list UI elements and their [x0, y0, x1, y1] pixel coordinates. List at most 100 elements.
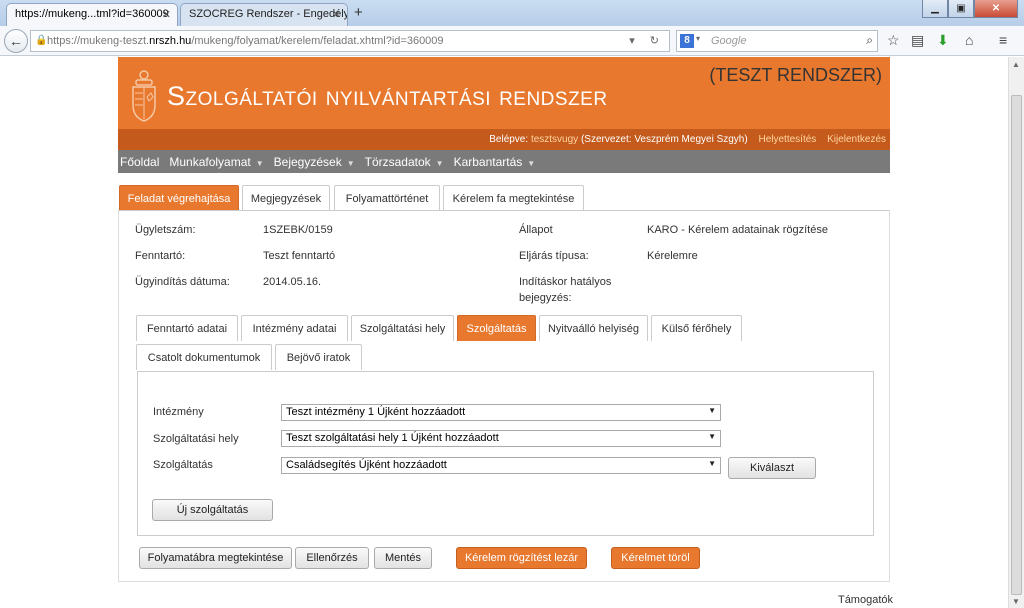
- bookmark-star-icon[interactable]: ☆: [887, 32, 900, 49]
- service-site-select[interactable]: Teszt szolgáltatási hely 1 Újként hozzáa…: [281, 430, 721, 447]
- search-icon[interactable]: ⌕: [866, 33, 873, 48]
- service-site-label: Szolgáltatási hely: [153, 433, 239, 445]
- view-flowchart-button[interactable]: Folyamatábra megtekintése: [139, 547, 292, 569]
- browser-tab-active[interactable]: https://mukeng...tml?id=360009 ✕: [6, 3, 178, 26]
- case-number-label: Ügyletszám:: [135, 224, 196, 236]
- effective-entry-label: Indításkor hatályos: [519, 276, 612, 288]
- subtab-open-premises[interactable]: Nyitvaálló helyiség: [539, 315, 648, 341]
- supporters-link[interactable]: Támogatók: [838, 594, 893, 606]
- test-system-label: (TESZT RENDSZER): [709, 65, 882, 85]
- close-request-button[interactable]: Kérelem rögzítést lezár: [456, 547, 587, 569]
- caret-down-icon: ▼: [255, 158, 264, 168]
- validate-button[interactable]: Ellenőrzés: [295, 547, 369, 569]
- close-tab-icon[interactable]: ✕: [162, 8, 171, 21]
- new-service-button[interactable]: Új szolgáltatás: [152, 499, 273, 521]
- vertical-scrollbar[interactable]: ▲ ▼: [1008, 57, 1024, 608]
- caret-down-icon: ▼: [346, 158, 355, 168]
- close-window-icon[interactable]: ✕: [974, 0, 1018, 18]
- tab-process-history[interactable]: Folyamattörténet: [334, 185, 440, 211]
- reading-list-icon[interactable]: ▤: [911, 32, 924, 49]
- start-date-label: Ügyindítás dátuma:: [135, 276, 230, 288]
- procedure-type-label: Eljárás típusa:: [519, 250, 589, 262]
- menu-master-data[interactable]: Törzsadatok ▼: [365, 155, 444, 169]
- subtab-maintainer-data[interactable]: Fenntartó adatai: [136, 315, 238, 341]
- app-container: Szolgáltatói nyilvántartási rendszer (TE…: [117, 57, 893, 608]
- subtab-incoming-documents[interactable]: Bejövő iratok: [275, 344, 362, 370]
- maintainer-label: Fenntartó:: [135, 250, 186, 262]
- user-bar: Belépve: tesztsvugy (Szervezet: Veszprém…: [118, 129, 890, 150]
- menu-home[interactable]: Főoldal: [120, 155, 159, 169]
- effective-entry-label-2: bejegyzés:: [519, 292, 572, 304]
- service-site-selected: Teszt szolgáltatási hely 1 Újként hozzáa…: [286, 432, 499, 444]
- site-title: Szolgáltatói nyilvántartási rendszer: [167, 81, 608, 111]
- tab-notes[interactable]: Megjegyzések: [242, 185, 330, 211]
- subtab-service[interactable]: Szolgáltatás: [457, 315, 536, 341]
- status-label: Állapot: [519, 224, 553, 236]
- back-button[interactable]: ←: [4, 29, 28, 53]
- logout-link[interactable]: Kijelentkezés: [827, 134, 886, 145]
- scroll-up-icon[interactable]: ▲: [1012, 60, 1020, 69]
- address-bar[interactable]: 🔒 https://mukeng-teszt.nrszh.hu/mukeng/f…: [30, 30, 670, 52]
- select-button[interactable]: Kiválaszt: [728, 457, 816, 479]
- save-button[interactable]: Mentés: [374, 547, 432, 569]
- subtab-attached-documents[interactable]: Csatolt dokumentumok: [136, 344, 272, 370]
- site-header: Szolgáltatói nyilvántartási rendszer (TE…: [118, 57, 890, 129]
- menu-maintenance[interactable]: Karbantartás ▼: [454, 155, 536, 169]
- service-label: Szolgáltatás: [153, 459, 213, 471]
- institution-label: Intézmény: [153, 406, 204, 418]
- maintainer-value: Teszt fenntartó: [263, 250, 336, 262]
- subtab-external-place[interactable]: Külső férőhely: [651, 315, 742, 341]
- tab-task-execution[interactable]: Feladat végrehajtása: [119, 185, 239, 211]
- caret-down-icon: ▼: [527, 158, 536, 168]
- browser-navbar: ← 🔒 https://mukeng-teszt.nrszh.hu/mukeng…: [0, 26, 1024, 56]
- status-value: KARO - Kérelem adatainak rögzítése: [647, 224, 828, 236]
- service-select[interactable]: Családsegítés Újként hozzáadott ▼: [281, 457, 721, 474]
- url-dropdown-reload-icons[interactable]: ▾ ↻: [629, 34, 665, 47]
- url-path: /mukeng/folyamat/kerelem/feladat.xhtml?i…: [191, 35, 444, 47]
- tab-title: SZOCREG Rendszer - Engedély ...: [189, 8, 348, 20]
- dropdown-arrow-icon: ▼: [708, 406, 716, 415]
- search-input[interactable]: 8 ▾ Google ⌕: [676, 30, 878, 52]
- menu-workflow[interactable]: Munkafolyamat ▼: [169, 155, 263, 169]
- subtab-institution-data[interactable]: Intézmény adatai: [241, 315, 348, 341]
- delete-request-button[interactable]: Kérelmet töröl: [611, 547, 700, 569]
- minimize-icon[interactable]: ▁: [922, 0, 948, 18]
- window-controls: ▁ ▣ ✕: [922, 0, 1018, 18]
- dropdown-arrow-icon: ▼: [708, 432, 716, 441]
- tab-request-tree[interactable]: Kérelem fa megtekintése: [443, 185, 584, 211]
- main-menu: Főoldal Munkafolyamat ▼ Bejegyzések ▼ Törz…: [118, 150, 890, 173]
- new-tab-button[interactable]: +: [354, 4, 363, 21]
- url-host: nrszh.hu: [149, 35, 192, 47]
- dropdown-arrow-icon: ▼: [708, 459, 716, 468]
- start-date-value: 2014.05.16.: [263, 276, 322, 288]
- download-icon[interactable]: ⬇: [937, 32, 949, 49]
- url-prefix: https://mukeng-teszt.: [47, 35, 150, 47]
- tab-title: https://mukeng...tml?id=360009: [15, 8, 169, 20]
- footer-divider: [118, 581, 890, 582]
- service-selected: Családsegítés Újként hozzáadott: [286, 459, 447, 471]
- menu-icon[interactable]: ≡: [999, 32, 1007, 48]
- menu-entries[interactable]: Bejegyzések ▼: [274, 155, 355, 169]
- coat-of-arms-icon: [132, 70, 156, 122]
- scroll-down-icon[interactable]: ▼: [1012, 597, 1020, 606]
- logged-in-label: Belépve:: [489, 134, 529, 145]
- caret-down-icon: ▼: [435, 158, 444, 168]
- browser-titlebar: https://mukeng...tml?id=360009 ✕ SZOCREG…: [0, 0, 1024, 26]
- username[interactable]: tesztsvugy: [531, 134, 578, 145]
- search-placeholder: Google: [711, 35, 747, 47]
- institution-selected: Teszt intézmény 1 Újként hozzáadott: [286, 406, 466, 418]
- procedure-type-value: Kérelemre: [647, 250, 698, 262]
- chevron-down-icon[interactable]: ▾: [696, 34, 700, 43]
- subtab-service-site[interactable]: Szolgáltatási hely: [351, 315, 454, 341]
- maximize-icon[interactable]: ▣: [948, 0, 974, 18]
- home-icon[interactable]: ⌂: [965, 32, 973, 48]
- close-tab-icon[interactable]: ✕: [332, 8, 341, 21]
- google-icon[interactable]: 8: [680, 34, 694, 48]
- lock-icon: 🔒: [35, 35, 48, 46]
- browser-tab[interactable]: SZOCREG Rendszer - Engedély ... ✕: [180, 3, 348, 26]
- substitution-link[interactable]: Helyettesítés: [758, 134, 816, 145]
- page-viewport: Szolgáltatói nyilvántartási rendszer (TE…: [0, 57, 1008, 608]
- organization: (Szervezet: Veszprém Megyei Szgyh): [580, 134, 748, 145]
- scrollbar-thumb[interactable]: [1011, 95, 1022, 595]
- institution-select[interactable]: Teszt intézmény 1 Újként hozzáadott ▼: [281, 404, 721, 421]
